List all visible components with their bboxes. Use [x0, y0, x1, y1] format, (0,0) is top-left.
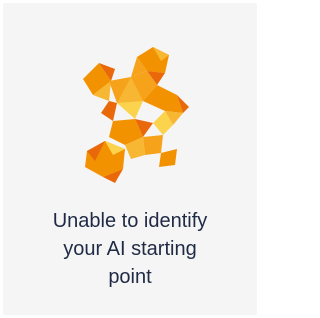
status-card: Unable to identify your AI starting poin… [3, 3, 257, 315]
low-poly-puzzle-icon [65, 39, 195, 189]
card-message: Unable to identify your AI starting poin… [52, 210, 208, 288]
